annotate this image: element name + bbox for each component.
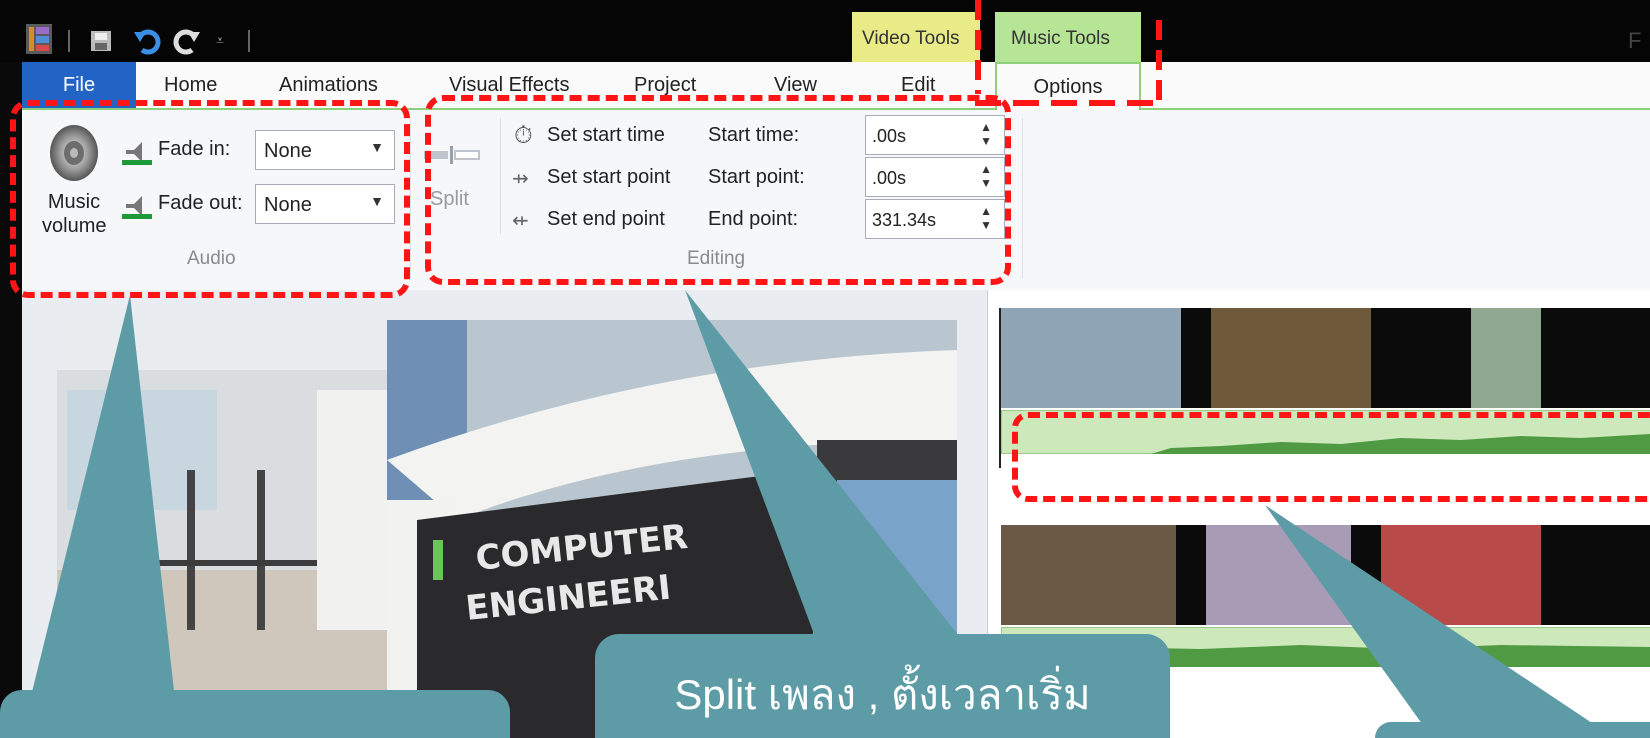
screenshot: ⩡ Video Tools Music Tools F File Home An… [0, 0, 1650, 738]
callout-editing: Split เพลง , ตั้งเวลาเริ่ม [595, 634, 1170, 738]
callout-pointers [30, 290, 1610, 735]
callout-timeline [1375, 722, 1650, 738]
callout-editing-text: Split เพลง , ตั้งเวลาเริ่ม [674, 671, 1091, 718]
callout-audio [0, 690, 510, 738]
